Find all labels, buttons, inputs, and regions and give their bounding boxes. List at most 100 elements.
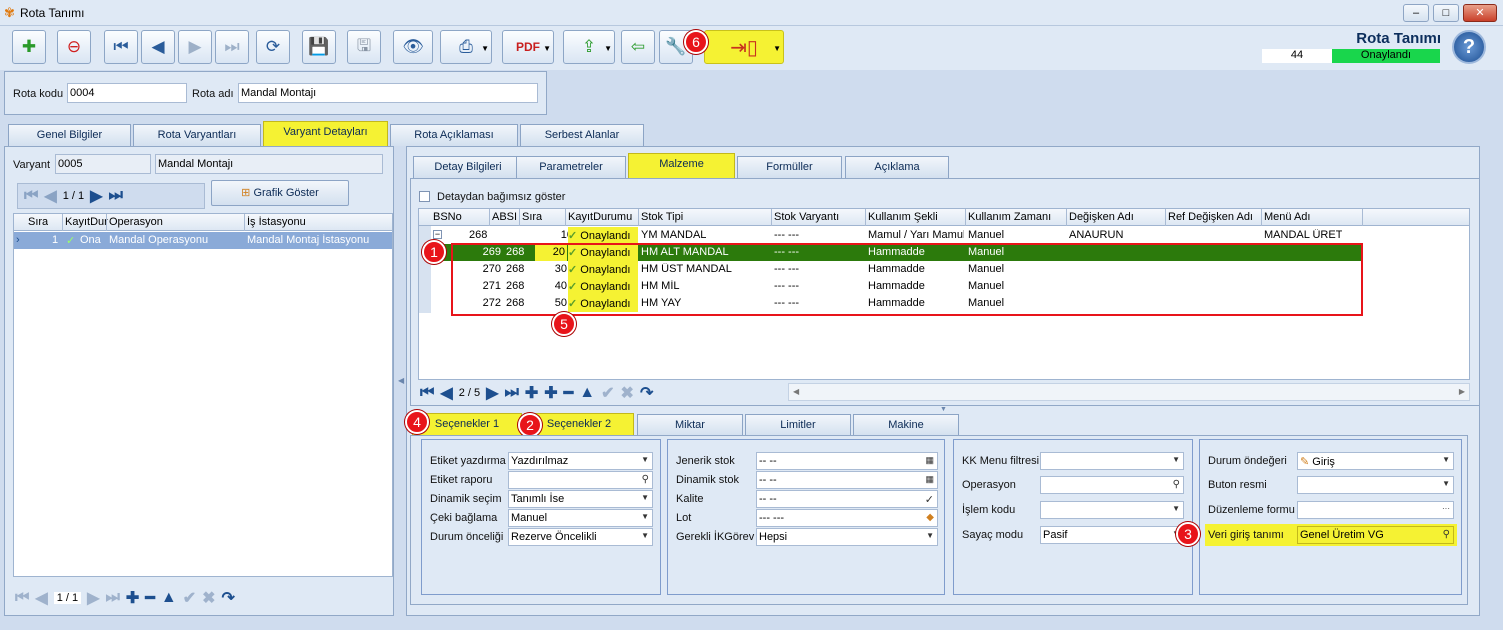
- next-icon[interactable]: ▶: [486, 383, 498, 403]
- variant-code-field[interactable]: 0005: [55, 154, 151, 174]
- tab-makine[interactable]: Makine: [853, 414, 959, 436]
- next-record-button[interactable]: ▶: [178, 30, 212, 64]
- move-up-icon[interactable]: ▲: [161, 589, 177, 607]
- previous-record-button[interactable]: ◀: [141, 30, 175, 64]
- previous-icon[interactable]: ◀: [35, 588, 47, 608]
- last-icon[interactable]: ⏭: [108, 187, 122, 205]
- col-kullanim-zamani[interactable]: Kullanım Zamanı: [968, 211, 1051, 223]
- tab-rota-varyantlari[interactable]: Rota Varyantları: [133, 124, 261, 146]
- cancel-icon[interactable]: ✖: [202, 588, 215, 608]
- save-button[interactable]: 💾: [302, 30, 336, 64]
- tag-icon[interactable]: ◆: [926, 512, 934, 523]
- buton-resmi-select[interactable]: ▼: [1297, 476, 1454, 494]
- last-icon[interactable]: ⏭: [504, 384, 518, 402]
- ceki-baglama-select[interactable]: Manuel ▼: [508, 509, 653, 527]
- preview-button[interactable]: 👁: [393, 30, 433, 64]
- tab-genel-bilgiler[interactable]: Genel Bilgiler: [8, 124, 131, 146]
- minimize-button[interactable]: –: [1403, 4, 1429, 22]
- durum-ondegeri-select[interactable]: ✎ Giriş ▼: [1297, 452, 1454, 470]
- search-icon[interactable]: ⚲: [1173, 479, 1180, 490]
- move-up-icon[interactable]: ▲: [579, 384, 595, 402]
- last-icon[interactable]: ⏭: [105, 589, 119, 607]
- col-bsno[interactable]: BSNo: [433, 211, 462, 223]
- col-ref-degisken-adi[interactable]: Ref Değişken Adı: [1168, 211, 1253, 223]
- first-icon[interactable]: ⏮: [24, 187, 38, 205]
- variant-name-field[interactable]: Mandal Montajı: [155, 154, 383, 174]
- tab-limitler[interactable]: Limitler: [745, 414, 851, 436]
- col-menu-adi[interactable]: Menü Adı: [1264, 211, 1310, 223]
- refresh-icon[interactable]: ↷: [222, 588, 235, 608]
- last-record-button[interactable]: ⏭: [215, 30, 249, 64]
- lookup-icon[interactable]: ▦: [925, 474, 934, 485]
- col-sira[interactable]: Sıra: [28, 216, 48, 228]
- etiket-yazdirma-select[interactable]: Yazdırılmaz ▼: [508, 452, 653, 470]
- previous-icon[interactable]: ◀: [44, 186, 56, 206]
- kalite-field[interactable]: -- -- ✓: [756, 490, 938, 508]
- islem-kodu-select[interactable]: ▼: [1040, 501, 1184, 519]
- exit-button[interactable]: ⇥▯ ▼: [704, 30, 784, 64]
- quality-check-icon[interactable]: ✓: [925, 493, 934, 506]
- lookup-icon[interactable]: ▦: [925, 455, 934, 466]
- report-search-icon[interactable]: ⚲: [642, 474, 649, 485]
- col-kayitdurum[interactable]: KayıtDur: [65, 216, 108, 228]
- tab-detay-bilgileri[interactable]: Detay Bilgileri: [413, 156, 523, 178]
- remove-icon[interactable]: ━: [145, 588, 155, 608]
- tab-parametreler[interactable]: Parametreler: [516, 156, 626, 178]
- splitter-arrow-icon[interactable]: ▼: [940, 406, 947, 413]
- tab-serbest-alanlar[interactable]: Serbest Alanlar: [520, 124, 644, 146]
- route-name-field[interactable]: Mandal Montajı: [238, 83, 538, 103]
- delete-record-button[interactable]: ⊖: [57, 30, 91, 64]
- remove-icon[interactable]: ━: [564, 383, 574, 403]
- maximize-button[interactable]: □: [1433, 4, 1459, 22]
- tab-miktar[interactable]: Miktar: [637, 414, 743, 436]
- next-icon[interactable]: ▶: [87, 588, 99, 608]
- search-icon[interactable]: ⚲: [1443, 529, 1450, 540]
- check-icon[interactable]: ✔: [601, 383, 614, 403]
- new-record-button[interactable]: ✚: [12, 30, 46, 64]
- durum-onceligi-select[interactable]: Rezerve Öncelikli ▼: [508, 528, 653, 546]
- col-kayit-durumu[interactable]: KayıtDurumu: [568, 211, 632, 223]
- cancel-icon[interactable]: ✖: [621, 383, 634, 403]
- independent-checkbox[interactable]: [419, 191, 430, 202]
- dinamik-secim-select[interactable]: Tanımlı İse ▼: [508, 490, 653, 508]
- previous-icon[interactable]: ◀: [440, 383, 452, 403]
- jenerik-stok-field[interactable]: -- -- ▦: [756, 452, 938, 470]
- col-is-istasyonu[interactable]: İş İstasyonu: [247, 216, 306, 228]
- col-operasyon[interactable]: Operasyon: [109, 216, 163, 228]
- tab-malzeme[interactable]: Malzeme: [628, 153, 735, 178]
- add-icon[interactable]: ✚: [126, 588, 139, 608]
- ellipsis-icon[interactable]: ···: [1442, 504, 1450, 513]
- col-degisken-adi[interactable]: Değişken Adı: [1069, 211, 1134, 223]
- export-button[interactable]: ⇪ ▼: [563, 30, 615, 64]
- gerekli-ikgorev-select[interactable]: Hepsi ▼: [756, 528, 938, 546]
- table-row[interactable]: − 268 10 ✓ Onaylandı YM MANDAL --- --- M…: [431, 227, 1363, 244]
- scroll-right-icon[interactable]: ▶: [1459, 387, 1465, 396]
- scroll-left-icon[interactable]: ◀: [793, 387, 799, 396]
- first-icon[interactable]: ⏮: [420, 384, 434, 402]
- check-icon[interactable]: ✔: [183, 588, 196, 608]
- kk-menu-filtresi-select[interactable]: ▼: [1040, 452, 1184, 470]
- refresh-icon[interactable]: ↷: [640, 383, 653, 403]
- route-code-field[interactable]: 0004: [67, 83, 187, 103]
- collapse-icon[interactable]: −: [433, 230, 442, 239]
- add-child-icon[interactable]: ✚: [544, 383, 557, 403]
- sayac-modu-select[interactable]: Pasif▼: [1040, 526, 1184, 544]
- add-icon[interactable]: ✚: [525, 383, 538, 403]
- graph-show-button[interactable]: ⊞ Grafik Göster: [211, 180, 349, 206]
- tab-aciklama[interactable]: Açıklama: [845, 156, 949, 178]
- veri-giris-tanimi-field[interactable]: Genel Üretim VG ⚲: [1297, 526, 1454, 544]
- operasyon-field[interactable]: ⚲: [1040, 476, 1184, 494]
- tab-formuller[interactable]: Formüller: [737, 156, 842, 178]
- col-kullanim-sekli[interactable]: Kullanım Şekli: [868, 211, 938, 223]
- tab-varyant-detaylari[interactable]: Varyant Detayları: [263, 121, 388, 146]
- col-stok-varyanti[interactable]: Stok Varyantı: [774, 211, 839, 223]
- lot-field[interactable]: --- --- ◆: [756, 509, 938, 527]
- first-record-button[interactable]: ⏮: [104, 30, 138, 64]
- splitter-arrow-icon[interactable]: ◀: [398, 376, 404, 385]
- etiket-raporu-field[interactable]: ⚲: [508, 471, 653, 489]
- pdf-export-button[interactable]: PDF ▼: [502, 30, 554, 64]
- import-button[interactable]: ⇦: [621, 30, 655, 64]
- close-button[interactable]: ✕: [1463, 4, 1497, 22]
- duzenleme-formu-field[interactable]: ···: [1297, 501, 1454, 519]
- first-icon[interactable]: ⏮: [15, 589, 29, 607]
